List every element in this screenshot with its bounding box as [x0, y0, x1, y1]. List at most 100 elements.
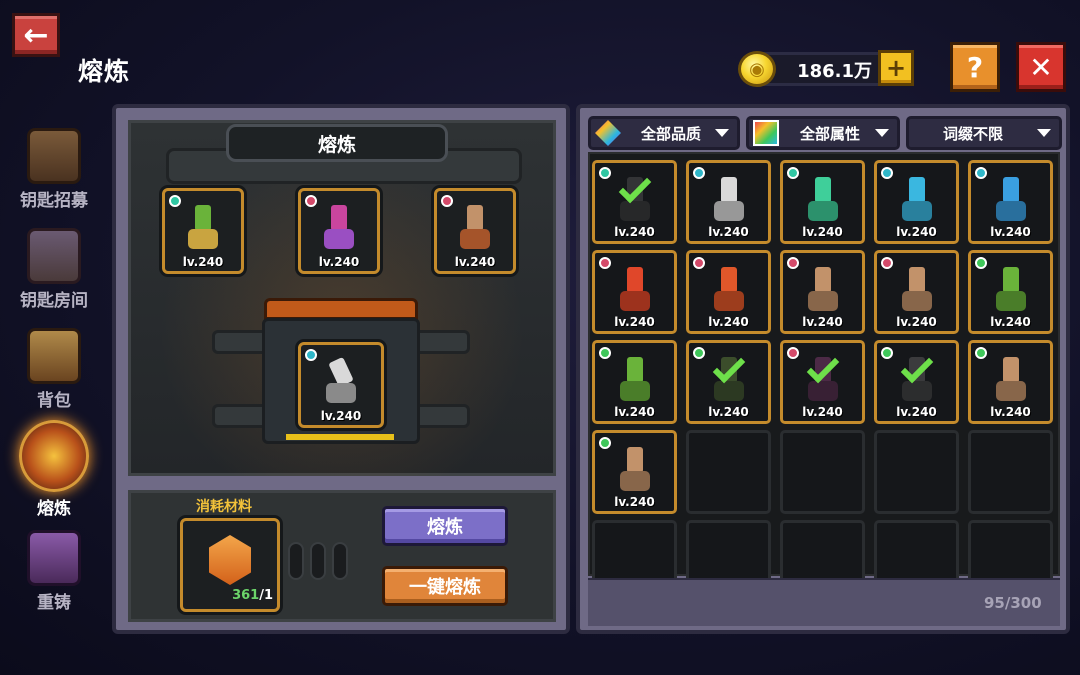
- key-item-icon: [324, 356, 358, 405]
- inventory-item[interactable]: lv.240: [968, 340, 1053, 424]
- inventory-item[interactable]: lv.240: [686, 340, 771, 424]
- attribute-square-icon: [753, 120, 779, 146]
- sidebar-item-label: 钥匙房间: [20, 291, 88, 311]
- inventory-cells: lv.240 lv.240 lv.240 lv.240 lv.240 lv.240 lv.2…: [592, 160, 1058, 604]
- quality-gem-icon: [787, 167, 799, 179]
- item-level: lv.240: [318, 255, 360, 269]
- item-level: lv.240: [990, 405, 1031, 419]
- key-item-icon: [806, 267, 840, 313]
- material-have: 361: [232, 588, 260, 603]
- inventory-item[interactable]: lv.240: [592, 250, 677, 334]
- quality-gem-icon: [975, 257, 987, 269]
- quality-gem-icon: [599, 167, 611, 179]
- sidebar-item-key-recruit[interactable]: 钥匙招募: [14, 128, 94, 218]
- machine-pipe: [414, 404, 470, 428]
- gold-coin-icon: ◉: [738, 51, 776, 87]
- one-key-smelt-button[interactable]: 一键熔炼: [382, 566, 508, 606]
- inventory-empty-slot[interactable]: [780, 430, 865, 514]
- item-level: lv.240: [990, 315, 1031, 329]
- item-level: lv.240: [454, 255, 496, 269]
- item-level: lv.240: [802, 225, 843, 239]
- input-slot-3[interactable]: lv.240: [434, 188, 516, 274]
- quality-gem-icon: [975, 167, 987, 179]
- inventory-capacity: 95/300: [984, 594, 1042, 612]
- chevron-down-icon: [875, 129, 889, 137]
- item-level: lv.240: [990, 225, 1031, 239]
- quality-gem-icon: [787, 347, 799, 359]
- material-label: 消耗材料: [196, 499, 252, 515]
- sidebar-item-label: 背包: [37, 391, 71, 411]
- inventory-item[interactable]: lv.240: [686, 250, 771, 334]
- quality-filter[interactable]: 全部品质: [588, 116, 740, 150]
- inventory-item[interactable]: lv.240: [968, 250, 1053, 334]
- page-title: 熔炼: [78, 57, 131, 86]
- inventory-item[interactable]: lv.240: [592, 340, 677, 424]
- item-level: lv.240: [896, 405, 937, 419]
- key-item-icon: [994, 177, 1028, 223]
- back-arrow-icon: ←: [23, 17, 49, 53]
- diamond-icon: [595, 120, 621, 146]
- inventory-item[interactable]: lv.240: [874, 160, 959, 244]
- close-button[interactable]: ✕: [1016, 42, 1066, 92]
- key-room-icon: [27, 228, 81, 284]
- quality-gem-icon: [169, 195, 181, 207]
- inventory-item[interactable]: lv.240: [780, 340, 865, 424]
- chevron-down-icon: [715, 129, 729, 137]
- inventory-item[interactable]: lv.240: [874, 340, 959, 424]
- back-button[interactable]: ←: [12, 13, 60, 57]
- add-coins-button[interactable]: +: [878, 50, 914, 86]
- question-icon: ?: [966, 50, 984, 84]
- sidebar-item-backpack[interactable]: 背包: [14, 328, 94, 418]
- smelt-button[interactable]: 熔炼: [382, 506, 508, 546]
- material-slot[interactable]: 361/1: [180, 518, 280, 612]
- inventory-empty-slot[interactable]: [874, 430, 959, 514]
- key-item-icon: [458, 205, 492, 251]
- machine-pipe: [414, 330, 470, 354]
- smelt-crystal-icon: [209, 535, 251, 585]
- quality-gem-icon: [305, 195, 317, 207]
- inventory-item[interactable]: lv.240: [780, 160, 865, 244]
- smelt-furnace-icon: [19, 420, 89, 492]
- sidebar-item-label: 重铸: [37, 593, 71, 613]
- inventory-item[interactable]: lv.240: [968, 160, 1053, 244]
- key-item-icon: [618, 357, 652, 403]
- filter-label: 词缀不限: [942, 124, 1003, 143]
- result-slot[interactable]: lv.240: [298, 342, 384, 428]
- input-slot-1[interactable]: lv.240: [162, 188, 244, 274]
- coin-value: 186.1万: [797, 61, 872, 82]
- inventory-item[interactable]: lv.240: [592, 160, 677, 244]
- smelt-pane-title: 熔炼: [226, 124, 448, 162]
- key-item-icon: [900, 267, 934, 313]
- item-level: lv.240: [802, 405, 843, 419]
- inventory-item[interactable]: lv.240: [874, 250, 959, 334]
- key-item-icon: [712, 267, 746, 313]
- quality-gem-icon: [441, 195, 453, 207]
- quality-gem-icon: [599, 257, 611, 269]
- inventory-item[interactable]: lv.240: [592, 430, 677, 514]
- machine-pipe: [212, 404, 268, 428]
- filter-label: 全部属性: [799, 124, 860, 143]
- help-button[interactable]: ?: [950, 42, 1000, 92]
- quality-gem-icon: [305, 349, 317, 361]
- close-icon: ✕: [1029, 50, 1053, 84]
- item-level: lv.240: [896, 315, 937, 329]
- inventory-item[interactable]: lv.240: [780, 250, 865, 334]
- affix-filter[interactable]: 词缀不限: [906, 116, 1062, 150]
- sidebar-item-recast[interactable]: 重铸: [14, 530, 94, 620]
- key-item-icon: [322, 205, 356, 251]
- inventory-empty-slot[interactable]: [968, 430, 1053, 514]
- key-item-icon: [994, 267, 1028, 313]
- inventory-empty-slot[interactable]: [686, 430, 771, 514]
- item-level: lv.240: [182, 255, 224, 269]
- sidebar-item-smelt[interactable]: 熔炼: [10, 420, 98, 519]
- sidebar-item-key-room[interactable]: 钥匙房间: [14, 228, 94, 318]
- inventory-item[interactable]: lv.240: [686, 160, 771, 244]
- item-level: lv.240: [802, 315, 843, 329]
- input-slot-2[interactable]: lv.240: [298, 188, 380, 274]
- item-level: lv.240: [614, 225, 655, 239]
- filter-label: 全部品质: [640, 124, 701, 143]
- attribute-filter[interactable]: 全部属性: [746, 116, 900, 150]
- key-item-icon: [618, 267, 652, 313]
- quality-gem-icon: [975, 347, 987, 359]
- quality-gem-icon: [599, 347, 611, 359]
